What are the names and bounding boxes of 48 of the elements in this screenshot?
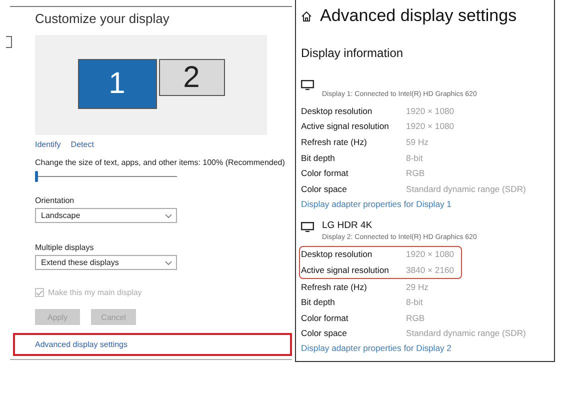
panel-edge-icon (6, 36, 12, 48)
property-value: 1920 × 1080 (406, 121, 454, 132)
orientation-label: Orientation (35, 196, 74, 205)
property-label: Active signal resolution (301, 121, 390, 132)
page-title: Advanced display settings (320, 6, 517, 26)
multiple-displays-dropdown[interactable]: Extend these displays (35, 255, 177, 270)
property-value: 8-bit (406, 297, 423, 308)
property-label: Color format (301, 168, 350, 178)
property-value: Standard dynamic range (SDR) (406, 328, 526, 338)
link[interactable]: Detect (70, 140, 94, 149)
property-label: Refresh rate (Hz) (301, 136, 368, 147)
multiple-displays-label: Multiple displays (35, 243, 94, 252)
property-value: Standard dynamic range (SDR) (406, 184, 526, 194)
home-icon[interactable] (301, 10, 312, 22)
property-label: Refresh rate (Hz) (301, 282, 368, 292)
property-label: Color space (301, 184, 348, 194)
property-label: Desktop resolution (301, 249, 374, 260)
link[interactable]: Identify (35, 140, 61, 149)
advanced-settings-link[interactable]: Advanced display settings (13, 333, 292, 356)
scale-label: Change the size of text, apps, and other items: 100% (Recommended) (35, 158, 285, 167)
orientation-dropdown[interactable]: Landscape (35, 208, 177, 223)
property-value: 29 Hz (406, 282, 428, 292)
monitor-icon (301, 80, 314, 90)
property-label: Active signal resolution (301, 264, 390, 275)
property-label: Color space (301, 328, 348, 338)
property-value: RGB (406, 312, 425, 323)
property-value: RGB (406, 168, 425, 178)
checkbox-label: Make this my main display (48, 288, 142, 297)
display-name: LG HDR 4K (322, 220, 374, 231)
monitor-tile[interactable]: 2 (158, 59, 224, 96)
property-label: Color format (301, 312, 350, 323)
slider-thumb[interactable] (35, 171, 38, 182)
page-title: Customize your display (35, 11, 170, 26)
adapter-properties-link[interactable]: Display adapter properties for Display 1 (301, 196, 452, 212)
monitor-icon (301, 222, 314, 232)
chevron-down-icon (165, 260, 172, 264)
chevron-down-icon (165, 214, 172, 218)
property-value: 59 Hz (406, 136, 428, 147)
property-label: Desktop resolution (301, 106, 374, 116)
property-label: Bit depth (301, 297, 336, 308)
property-value: 8-bit (406, 152, 423, 163)
monitor-tile[interactable]: 1 (78, 59, 156, 109)
property-value: 1920 × 1080 (406, 106, 454, 116)
adapter-properties-link[interactable]: Display adapter properties for Display 2 (301, 341, 452, 356)
property-value: 3840 × 2160 (406, 264, 454, 275)
section-heading: Display information (301, 46, 404, 60)
property-value: 1920 × 1080 (406, 249, 454, 260)
property-label: Bit depth (301, 152, 336, 163)
